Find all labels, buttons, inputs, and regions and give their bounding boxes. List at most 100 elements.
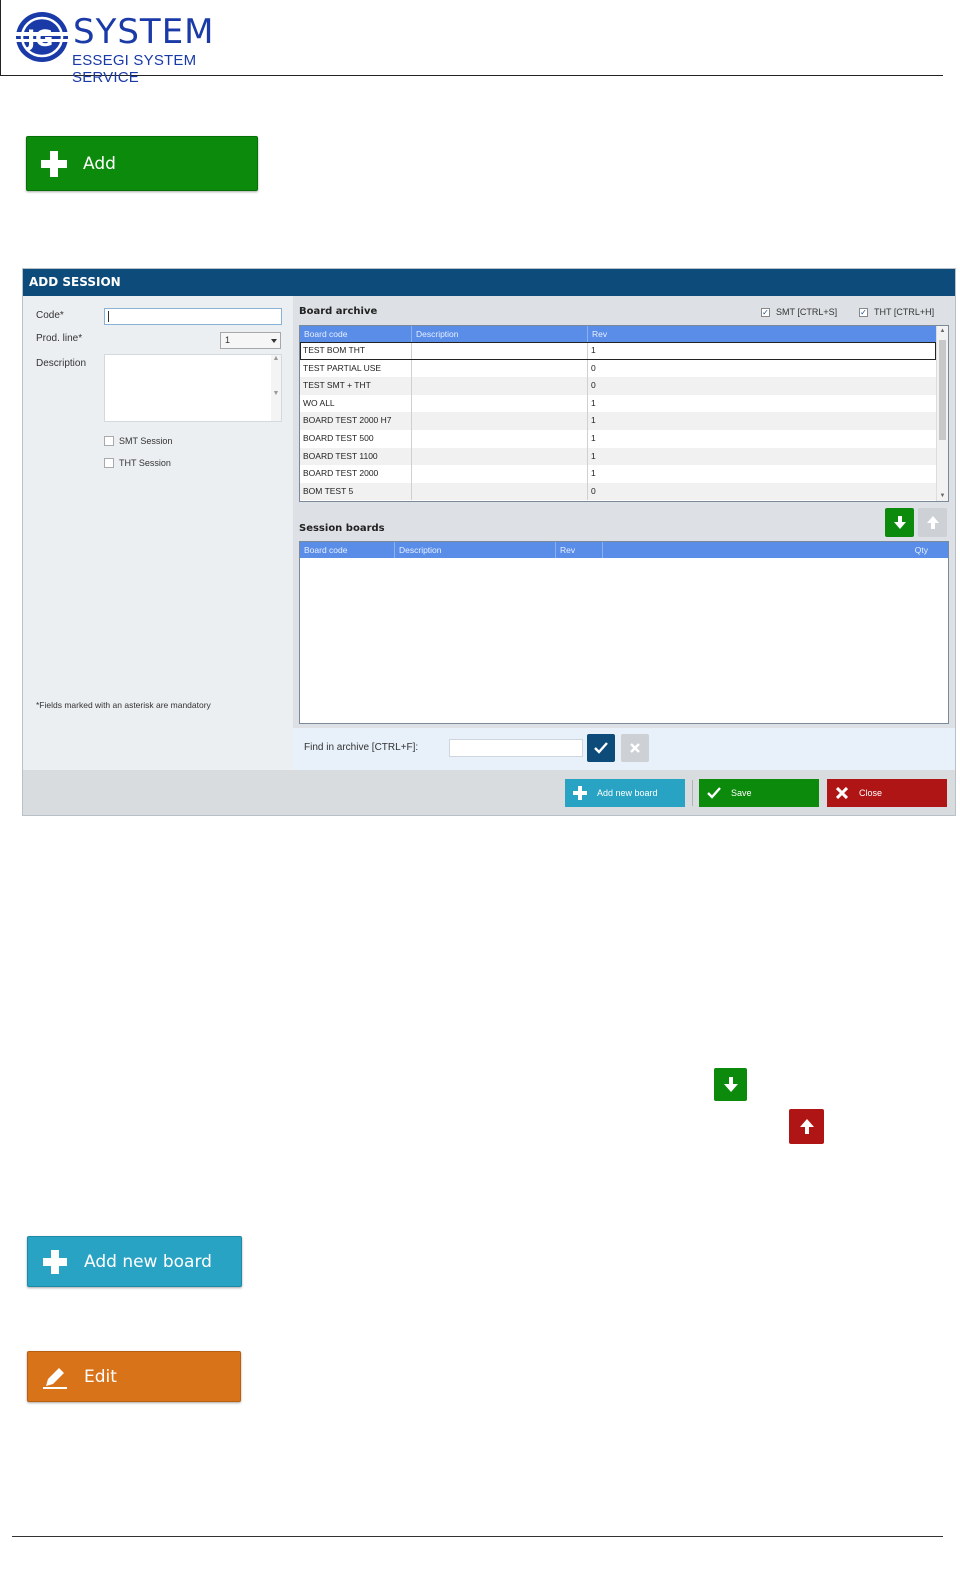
- table-row[interactable]: BOM TEST 5 0: [300, 482, 936, 501]
- close-label: Close: [859, 788, 883, 798]
- arrow-up-icon: [799, 1119, 814, 1134]
- table-cell: 1: [591, 450, 596, 461]
- table-cell: BOARD TEST 2000: [300, 465, 412, 483]
- tht-filter-label: THT [CTRL+H]: [874, 307, 935, 317]
- scroll-down-icon[interactable]: ▼: [937, 491, 948, 501]
- add-new-board-button[interactable]: Add new board: [27, 1236, 242, 1287]
- plus-icon: [41, 150, 67, 177]
- table-row[interactable]: WO ALL 1: [300, 394, 936, 413]
- add-new-board-label: Add new board: [84, 1251, 212, 1272]
- prod-line-label: Prod. line*: [36, 333, 83, 344]
- description-textarea[interactable]: ▲ ▼: [104, 354, 282, 422]
- table-cell: TEST BOM THT: [300, 342, 412, 360]
- find-bar: Find in archive [CTRL+F]:: [293, 728, 955, 770]
- add-button[interactable]: Add: [26, 136, 258, 191]
- tht-session-checkbox[interactable]: [104, 458, 114, 468]
- table-row[interactable]: BOARD TEST 1100 1: [300, 447, 936, 466]
- pencil-icon: [42, 1364, 68, 1390]
- table-cell: 0: [591, 362, 596, 373]
- arrow-down-icon: [723, 1077, 738, 1092]
- column-header[interactable]: Board code: [300, 542, 395, 558]
- textarea-scrollbar[interactable]: ▲ ▼: [271, 355, 281, 421]
- description-label: Description: [36, 358, 87, 369]
- session-form: Code* Prod. line* 1 Description ▲ ▼ SMT S…: [23, 296, 293, 770]
- column-header[interactable]: Qty: [603, 542, 948, 558]
- add-button-label: Add: [83, 153, 116, 174]
- table-cell: 1: [591, 432, 596, 443]
- column-header[interactable]: Description: [395, 542, 556, 558]
- table-cell: [412, 465, 588, 483]
- session-boards-title: Session boards: [299, 523, 385, 534]
- footer-add-new-board-button[interactable]: Add new board: [565, 779, 685, 807]
- add-session-dialog: ADD SESSION Code* Prod. line* 1 Descript…: [22, 268, 956, 816]
- find-confirm-button[interactable]: [587, 734, 615, 762]
- board-panel: Board archive ✓ SMT [CTRL+S] ✓ THT [CTRL…: [293, 296, 955, 728]
- table-cell: 0: [591, 380, 596, 391]
- plus-icon: [42, 1249, 68, 1275]
- edit-label: Edit: [84, 1366, 117, 1387]
- table-cell: BOARD TEST 500: [300, 429, 412, 448]
- table-row[interactable]: BOARD TEST 2000 1: [300, 465, 936, 483]
- table-cell: 1: [591, 468, 596, 479]
- table-cell: [412, 412, 588, 430]
- move-down-button[interactable]: [885, 508, 914, 537]
- column-header[interactable]: Rev: [556, 542, 603, 558]
- board-archive-grid: Board code Description Rev TEST BOM THT 1…: [299, 325, 949, 502]
- table-cell: [412, 429, 588, 448]
- table-row[interactable]: BOARD TEST 500 1: [300, 429, 936, 448]
- table-row[interactable]: TEST BOM THT 1: [300, 342, 936, 360]
- dialog-title: ADD SESSION: [23, 269, 955, 296]
- table-cell: [412, 377, 588, 395]
- table-cell: [412, 359, 588, 378]
- arrow-down-icon: [893, 516, 906, 529]
- find-input[interactable]: [449, 739, 583, 757]
- move-down-icon-example: [714, 1068, 747, 1101]
- table-cell: [412, 447, 588, 466]
- logo-subtitle: ESSEGI SYSTEM SERVICE: [72, 52, 197, 86]
- table-cell: 0: [591, 485, 596, 496]
- table-row[interactable]: BOARD TEST 2000 H7 1: [300, 412, 936, 430]
- table-cell: TEST SMT + THT: [300, 377, 412, 395]
- table-row[interactable]: TEST PARTIAL USE 0: [300, 359, 936, 378]
- smt-session-checkbox[interactable]: [104, 436, 114, 446]
- scroll-up-icon[interactable]: ▲: [937, 326, 948, 336]
- board-archive-title: Board archive: [299, 306, 378, 317]
- checkmark-icon: ✓: [761, 307, 770, 317]
- find-clear-button[interactable]: [621, 734, 649, 762]
- prod-line-value: 1: [225, 335, 231, 345]
- column-header[interactable]: Description: [412, 326, 588, 342]
- table-row[interactable]: TEST SMT + THT 0: [300, 377, 936, 395]
- dialog-footer: Add new board Save Close: [23, 770, 955, 815]
- smt-filter-toggle[interactable]: ✓ SMT [CTRL+S]: [761, 307, 837, 317]
- plus-icon: [573, 786, 587, 800]
- prod-line-select[interactable]: 1: [220, 332, 281, 349]
- dropdown-arrow-icon: [271, 339, 277, 343]
- company-logo: JG SYSTEM ESSEGI SYSTEM SERVICE: [15, 8, 245, 86]
- scroll-thumb[interactable]: [939, 340, 946, 440]
- find-label: Find in archive [CTRL+F]:: [304, 742, 419, 753]
- footer-divider: [692, 780, 693, 806]
- tht-filter-toggle[interactable]: ✓ THT [CTRL+H]: [859, 307, 934, 317]
- close-icon: [835, 786, 849, 800]
- checkmark-icon: ✓: [859, 307, 868, 317]
- save-button[interactable]: Save: [699, 779, 819, 807]
- arrow-up-icon: [926, 516, 939, 529]
- table-cell: BOARD TEST 2000 H7: [300, 412, 412, 430]
- logo-emblem-icon: JG: [15, 12, 69, 62]
- close-button[interactable]: Close: [827, 779, 947, 807]
- grid-header: Board code Description Rev: [300, 326, 936, 342]
- table-cell: 1: [591, 397, 596, 408]
- column-header[interactable]: Rev: [588, 326, 936, 342]
- session-boards-grid: Board code Description Rev Qty: [299, 541, 949, 724]
- column-header[interactable]: Board code: [300, 326, 412, 342]
- table-cell: [412, 394, 588, 413]
- edit-button[interactable]: Edit: [27, 1351, 241, 1402]
- logo-wordmark: SYSTEM: [73, 12, 215, 52]
- grid-scrollbar[interactable]: ▲ ▼: [936, 326, 948, 501]
- code-input[interactable]: [104, 308, 282, 325]
- check-icon: [594, 742, 608, 754]
- table-cell: 1: [591, 345, 596, 355]
- move-up-button[interactable]: [918, 508, 947, 537]
- check-icon: [707, 786, 721, 800]
- smt-filter-label: SMT [CTRL+S]: [776, 307, 838, 317]
